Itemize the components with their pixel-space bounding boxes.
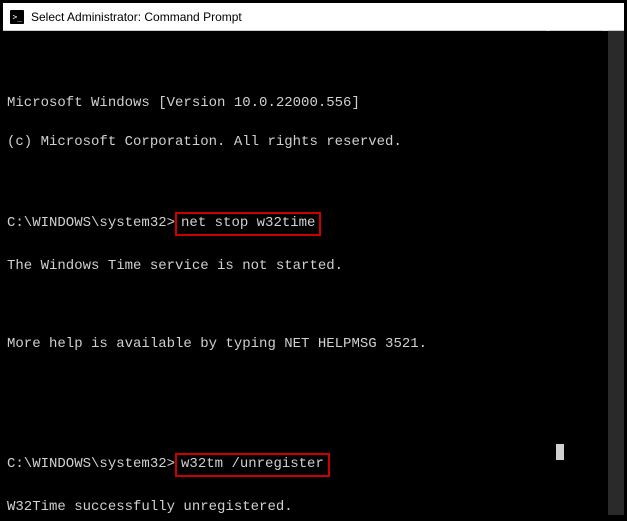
prompt-text: C:\WINDOWS\system32>: [7, 215, 175, 231]
output-2: W32Time successfully unregistered.: [7, 498, 620, 518]
terminal-content: Microsoft Windows [Version 10.0.22000.55…: [7, 74, 620, 518]
window-title: Select Administrator: Command Prompt: [31, 10, 242, 24]
blank-line: [7, 172, 620, 192]
command-2: w32tm /unregister: [175, 453, 330, 477]
cmd-icon: >_: [9, 9, 25, 25]
vertical-scrollbar[interactable]: [608, 31, 624, 515]
svg-text:>_: >_: [13, 12, 23, 21]
titlebar[interactable]: >_ Select Administrator: Command Prompt: [3, 3, 624, 31]
prompt-line-2: C:\WINDOWS\system32>w32tm /unregister: [7, 452, 620, 478]
prompt-text: C:\WINDOWS\system32>: [7, 456, 175, 472]
blank-line: [7, 374, 620, 394]
prompt-line-1: C:\WINDOWS\system32>net stop w32time: [7, 211, 620, 237]
terminal-area[interactable]: Microsoft Windows [Version 10.0.22000.55…: [3, 31, 624, 518]
version-line: Microsoft Windows [Version 10.0.22000.55…: [7, 94, 620, 114]
output-1b: More help is available by typing NET HEL…: [7, 335, 620, 355]
output-1: The Windows Time service is not started.: [7, 257, 620, 277]
text-cursor: [556, 444, 564, 460]
command-prompt-window: >_ Select Administrator: Command Prompt …: [3, 3, 624, 518]
blank-line: [7, 413, 620, 433]
command-1: net stop w32time: [175, 212, 321, 236]
blank-line: [7, 296, 620, 316]
copyright-line: (c) Microsoft Corporation. All rights re…: [7, 133, 620, 153]
